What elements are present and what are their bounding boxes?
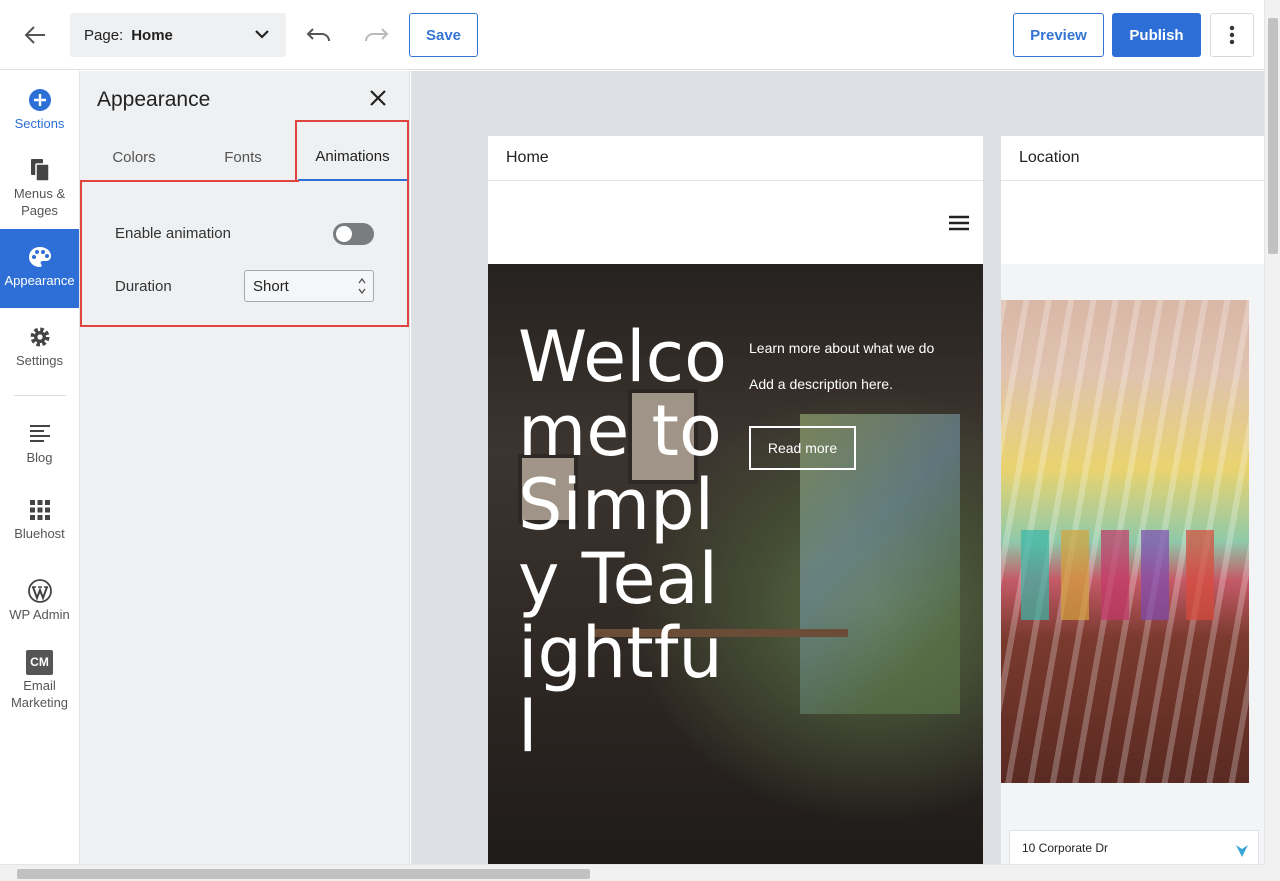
duration-value: Short bbox=[253, 277, 289, 295]
site-nav bbox=[488, 181, 983, 264]
updown-chevron-icon bbox=[358, 277, 366, 295]
save-button[interactable]: Save bbox=[409, 13, 478, 57]
chevron-down-icon bbox=[255, 30, 269, 39]
vertical-scrollbar[interactable] bbox=[1264, 0, 1280, 864]
undo-button[interactable] bbox=[305, 22, 333, 48]
location-card-header: Location bbox=[1001, 136, 1264, 181]
map-address: 10 Corporate Dr bbox=[1022, 841, 1109, 855]
image-stripe bbox=[1061, 530, 1089, 620]
tab-fonts[interactable]: Fonts bbox=[188, 133, 298, 181]
duration-label: Duration bbox=[115, 278, 172, 295]
hero-subtitle: Learn more about what we do bbox=[749, 340, 935, 356]
nav-label: Appearance bbox=[4, 273, 75, 288]
hero-title: Welcome to Simply Tealightful bbox=[518, 316, 727, 768]
panel-title: Appearance bbox=[97, 88, 211, 111]
nav-item-sections[interactable]: Sections bbox=[0, 87, 79, 132]
location-page-preview[interactable]: Location 10 Corporate Dr bbox=[1001, 136, 1264, 864]
palette-icon bbox=[28, 247, 51, 267]
arrow-left-icon bbox=[24, 26, 45, 44]
hamburger-menu-icon[interactable] bbox=[949, 215, 969, 231]
nav-item-appearance[interactable]: Appearance bbox=[0, 229, 79, 308]
vertical-scroll-thumb[interactable] bbox=[1268, 18, 1278, 254]
enable-animation-toggle[interactable] bbox=[333, 223, 374, 245]
publish-button[interactable]: Publish bbox=[1112, 13, 1201, 57]
left-navigation: Sections Menus & Pages Appearance Settin… bbox=[0, 71, 80, 864]
nav-item-wp-admin[interactable]: WP Admin bbox=[0, 578, 79, 623]
nav-item-menus-pages[interactable]: Menus & Pages bbox=[0, 157, 79, 219]
directions-icon[interactable] bbox=[1234, 843, 1250, 859]
cm-icon: CM bbox=[26, 649, 53, 675]
more-options-button[interactable] bbox=[1210, 13, 1254, 57]
page-selector-value: Home bbox=[131, 26, 173, 44]
nav-label: WP Admin bbox=[9, 607, 70, 622]
redo-button[interactable] bbox=[362, 22, 390, 48]
plus-circle-icon bbox=[28, 89, 51, 111]
location-image bbox=[1001, 300, 1249, 783]
highlight-annotation-tab bbox=[295, 120, 409, 182]
appearance-panel: Appearance Colors Fonts Animations Enabl… bbox=[80, 71, 410, 864]
image-stripe bbox=[1141, 530, 1169, 620]
page-selector-label: Page: bbox=[84, 26, 124, 44]
blog-icon bbox=[29, 425, 50, 442]
nav-label: Sections bbox=[14, 116, 65, 131]
undo-icon bbox=[306, 28, 330, 42]
nav-label: Menus & bbox=[13, 186, 66, 201]
read-more-button[interactable]: Read more bbox=[749, 426, 856, 470]
image-stripe bbox=[1101, 530, 1129, 620]
image-stripe bbox=[1186, 530, 1214, 620]
nav-item-bluehost[interactable]: Bluehost bbox=[0, 497, 79, 542]
preview-button[interactable]: Preview bbox=[1013, 13, 1104, 57]
close-panel-button[interactable] bbox=[367, 87, 389, 109]
back-button[interactable] bbox=[20, 20, 50, 50]
toggle-knob bbox=[336, 226, 352, 242]
nav-label: Settings bbox=[16, 353, 63, 368]
pages-icon bbox=[30, 159, 50, 182]
highlight-annotation-box bbox=[80, 180, 409, 327]
redo-icon bbox=[365, 28, 389, 42]
nav-divider bbox=[14, 395, 66, 396]
map-address-card[interactable]: 10 Corporate Dr bbox=[1009, 830, 1259, 864]
nav-label: Email bbox=[23, 678, 56, 693]
nav-label: Bluehost bbox=[14, 526, 65, 541]
enable-animation-label: Enable animation bbox=[115, 225, 231, 242]
image-stripe bbox=[1021, 530, 1049, 620]
page-selector[interactable]: Page: Home bbox=[70, 13, 286, 57]
nav-item-settings[interactable]: Settings bbox=[0, 324, 79, 369]
tab-colors[interactable]: Colors bbox=[80, 133, 188, 181]
duration-select[interactable]: Short bbox=[244, 270, 374, 302]
nav-label: Blog bbox=[26, 450, 53, 465]
home-page-preview[interactable]: Home Welcome to Simply Tealightful Learn… bbox=[488, 136, 983, 864]
close-icon bbox=[370, 90, 386, 106]
nav-label-line2: Pages bbox=[21, 203, 58, 218]
nav-label-line2: Marketing bbox=[10, 695, 69, 710]
gear-icon bbox=[30, 327, 49, 347]
wordpress-icon bbox=[27, 579, 52, 603]
nav-item-email-marketing[interactable]: CM Email Marketing bbox=[0, 649, 79, 711]
horizontal-scroll-thumb[interactable] bbox=[17, 869, 590, 879]
top-toolbar: Page: Home Save Preview Publish bbox=[0, 0, 1264, 70]
grid-icon bbox=[29, 500, 50, 520]
location-body: 10 Corporate Dr bbox=[1001, 264, 1264, 864]
more-vertical-icon bbox=[1229, 25, 1235, 45]
scrollbar-corner bbox=[1264, 864, 1280, 881]
hero-section: Welcome to Simply Tealightful Learn more… bbox=[488, 264, 983, 864]
preview-canvas: Home Welcome to Simply Tealightful Learn… bbox=[411, 71, 1264, 864]
nav-item-blog[interactable]: Blog bbox=[0, 421, 79, 466]
hero-description: Add a description here. bbox=[749, 376, 893, 392]
horizontal-scrollbar[interactable] bbox=[0, 864, 1264, 881]
home-card-header: Home bbox=[488, 136, 983, 181]
